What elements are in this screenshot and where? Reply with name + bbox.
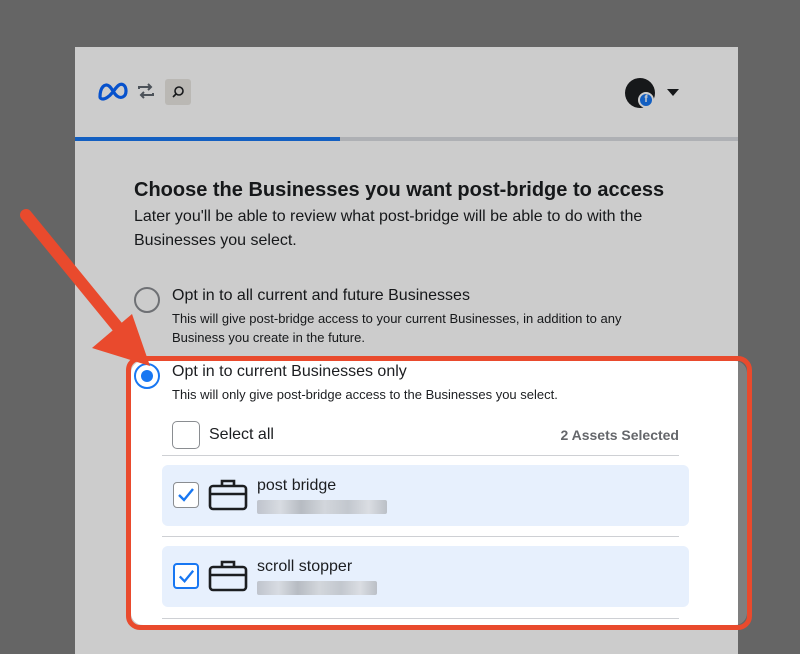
page-title: Choose the Businesses you want post-brid…: [134, 179, 665, 201]
progress-fill: [75, 137, 341, 141]
highlight-outline: [126, 356, 752, 630]
option-label: Opt in to all current and future Busines…: [172, 287, 470, 304]
page-heading: Choose the Businesses you want post-brid…: [134, 177, 694, 253]
progress-bar: [75, 137, 738, 141]
facebook-badge-icon: f: [638, 92, 654, 108]
radio-all-businesses[interactable]: [134, 287, 160, 313]
meta-logo-icon: [98, 82, 128, 101]
post-bridge-app-icon: [165, 79, 191, 105]
bridge-glyph-icon: [172, 86, 184, 98]
dialog-header: f: [75, 47, 738, 141]
swap-arrows-icon: [138, 83, 154, 99]
caret-down-icon[interactable]: [667, 89, 679, 96]
page-subtitle: Later you'll be able to review what post…: [134, 208, 643, 249]
option-description: This will give post-bridge access to you…: [172, 311, 622, 345]
